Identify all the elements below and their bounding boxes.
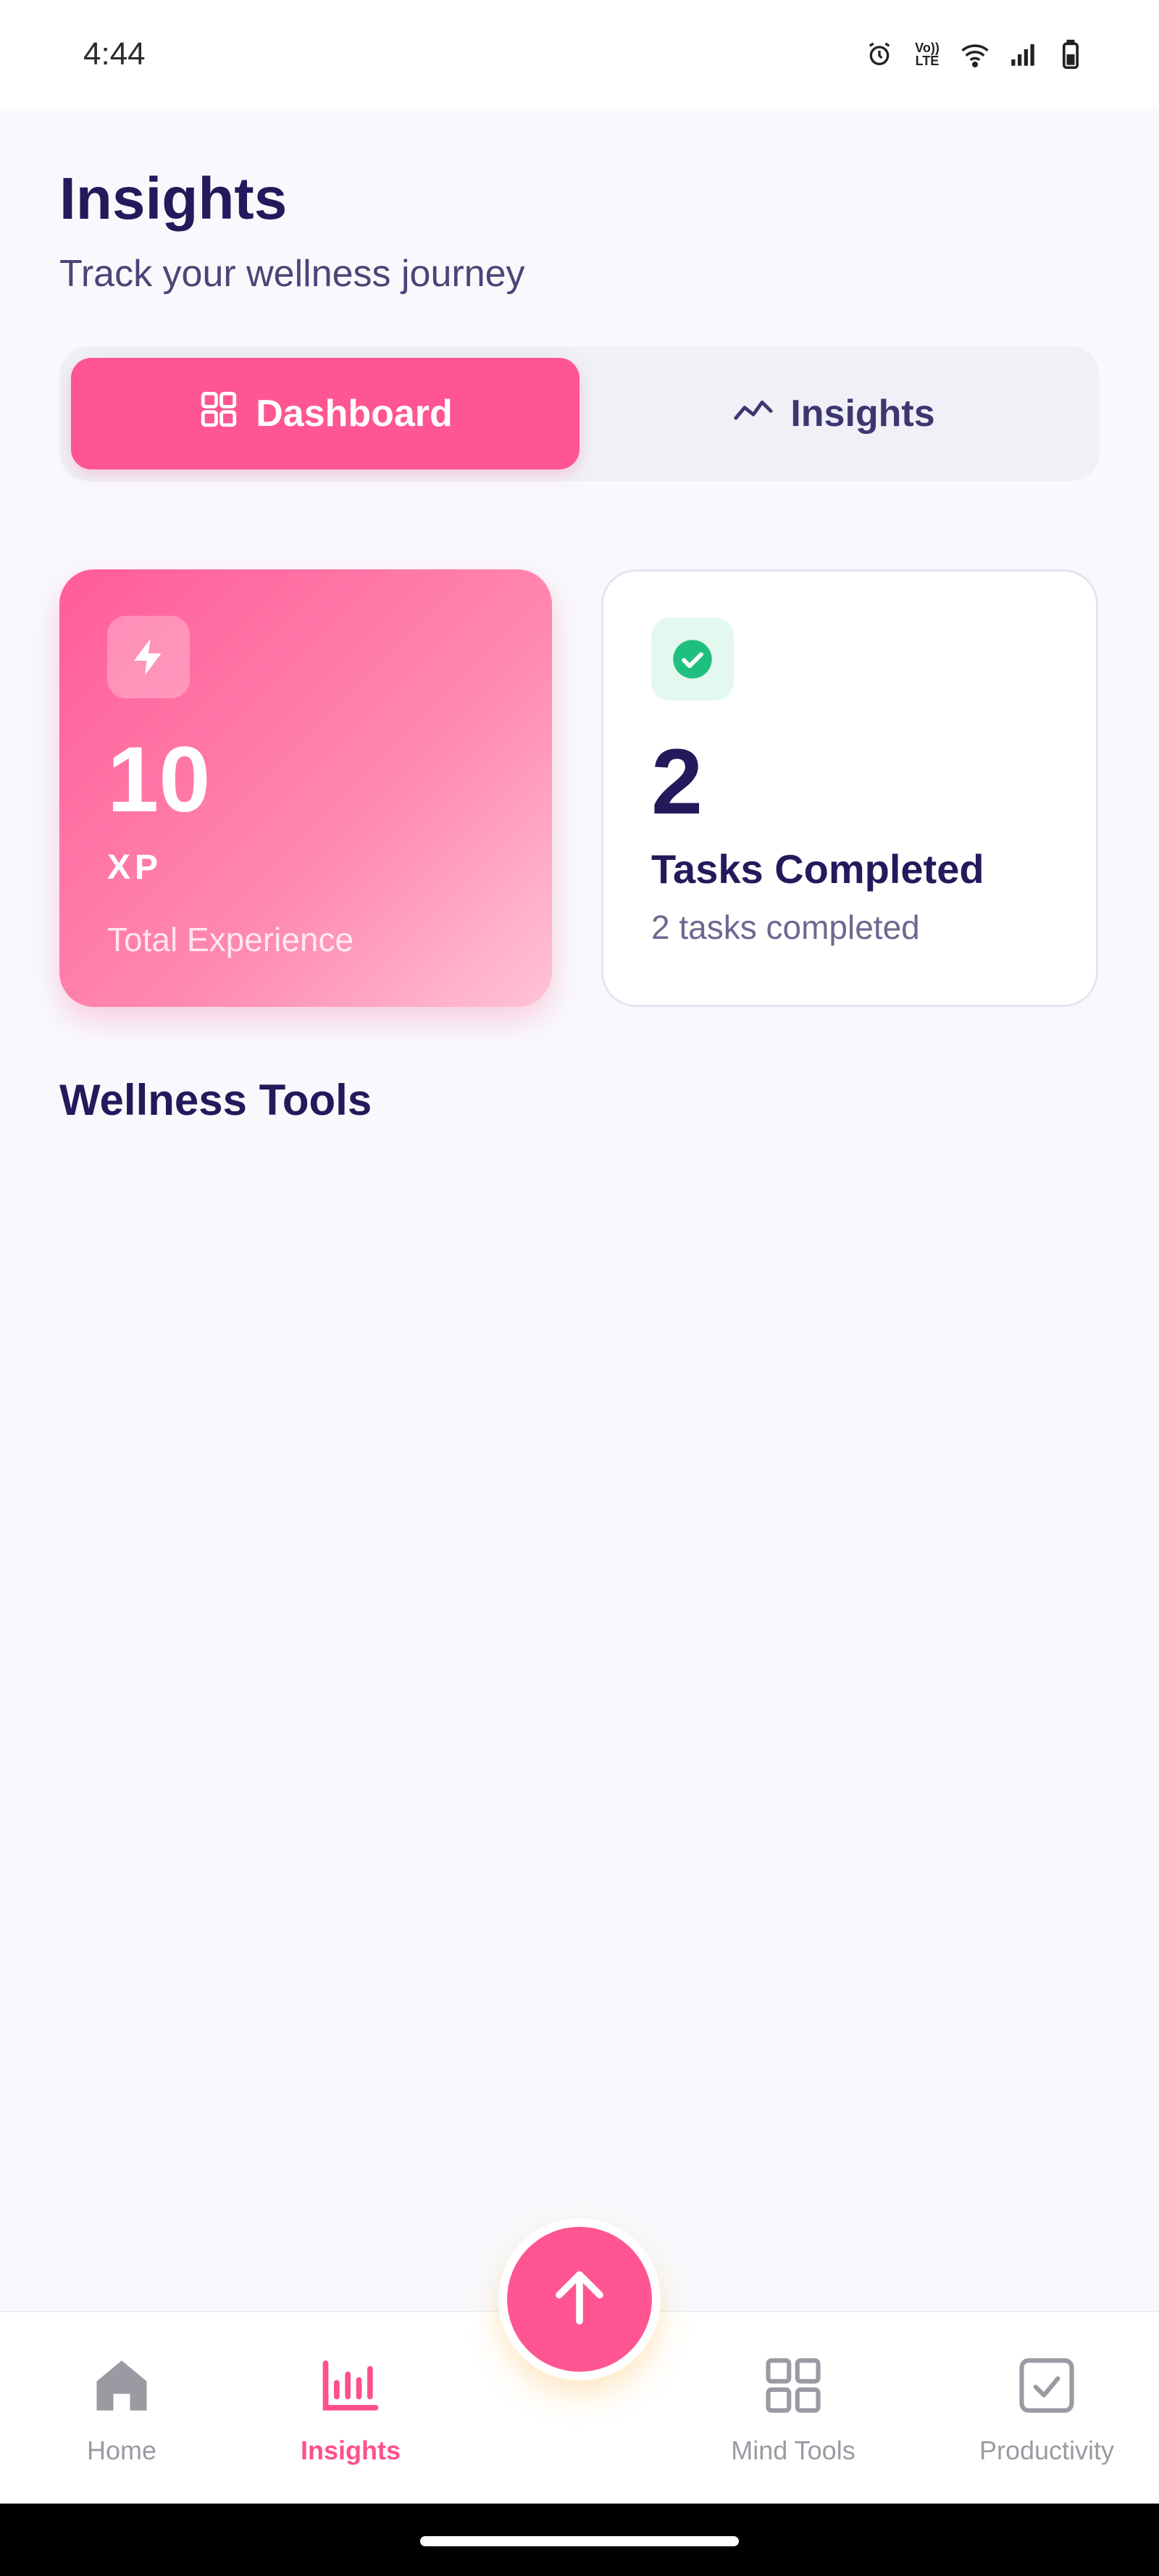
home-gesture-pill[interactable] (420, 2536, 739, 2546)
alarm-icon (863, 38, 895, 70)
volte-icon: Vo)) LTE (915, 41, 940, 68)
tasks-caption: 2 tasks completed (651, 908, 920, 946)
tab-dashboard[interactable]: Dashboard (71, 358, 580, 469)
battery-icon (1055, 38, 1087, 70)
tasks-heading: Tasks Completed (651, 846, 984, 892)
scroll-top-button[interactable] (498, 2218, 661, 2380)
wellness-tools-title: Wellness Tools (59, 1076, 372, 1124)
nav-home-label: Home (86, 2435, 157, 2465)
check-circle-icon (651, 618, 734, 701)
tab-insights[interactable]: Insights (580, 358, 1088, 469)
checkbox-icon (1013, 2352, 1080, 2422)
grid-icon (760, 2352, 827, 2422)
nav-insights-label: Insights (300, 2435, 401, 2465)
status-bar: 4:44 Vo)) LTE (0, 0, 1159, 109)
xp-card: 10 XP Total Experience (59, 569, 552, 1007)
tasks-value: 2 (651, 730, 703, 834)
wifi-icon (959, 38, 991, 70)
dashboard-grid-icon (198, 388, 240, 440)
signal-icon (1007, 38, 1039, 70)
page-subtitle: Track your wellness journey (59, 253, 525, 295)
tab-dashboard-label: Dashboard (256, 393, 453, 435)
nav-productivity[interactable]: Productivity (963, 2312, 1130, 2505)
xp-caption: Total Experience (107, 921, 354, 958)
system-nav-bar (0, 2504, 1159, 2576)
bar-chart-icon (317, 2352, 384, 2422)
page-title: Insights (59, 166, 288, 232)
tasks-card: 2 Tasks Completed 2 tasks completed (601, 569, 1098, 1007)
trend-line-icon (732, 388, 774, 440)
tab-insights-label: Insights (790, 393, 935, 435)
nav-mind-tools-label: Mind Tools (731, 2435, 855, 2465)
xp-unit: XP (107, 848, 163, 887)
nav-home[interactable]: Home (64, 2312, 180, 2505)
nav-productivity-label: Productivity (979, 2435, 1115, 2465)
segmented-tabs: Dashboard Insights (59, 346, 1100, 481)
arrow-up-icon (545, 2263, 614, 2336)
lightning-icon (107, 616, 190, 698)
home-icon (88, 2352, 155, 2422)
nav-mind-tools[interactable]: Mind Tools (717, 2312, 869, 2505)
xp-value: 10 (107, 728, 211, 832)
status-icons: Vo)) LTE (863, 38, 1087, 70)
nav-insights[interactable]: Insights (278, 2312, 423, 2505)
status-time: 4:44 (83, 36, 146, 72)
